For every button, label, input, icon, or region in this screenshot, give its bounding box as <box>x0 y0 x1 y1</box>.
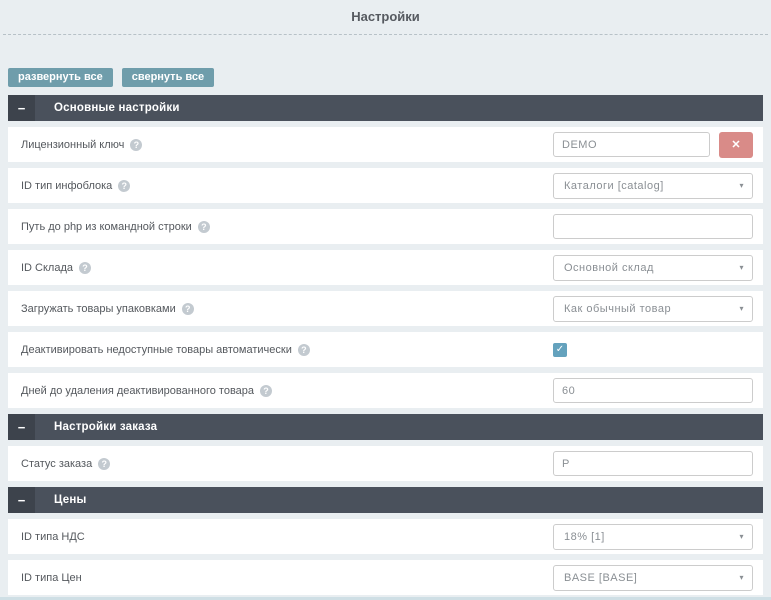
collapse-section-button[interactable]: − <box>8 414 35 440</box>
field-control: ✓ <box>553 343 753 357</box>
price-type-select[interactable]: BASE [BASE] ▾ <box>553 565 753 591</box>
license-key-input[interactable] <box>553 132 710 157</box>
field-label: Статус заказа ? <box>21 458 110 470</box>
help-icon[interactable]: ? <box>260 385 272 397</box>
field-label: ID типа Цен <box>21 572 82 584</box>
deactivate-checkbox[interactable]: ✓ <box>553 343 567 357</box>
chevron-down-icon: ▾ <box>739 181 744 190</box>
help-icon[interactable]: ? <box>118 180 130 192</box>
collapse-section-button[interactable]: − <box>8 487 35 513</box>
section-title: Цены <box>54 494 87 506</box>
section-title: Основные настройки <box>54 102 180 114</box>
help-icon[interactable]: ? <box>130 139 142 151</box>
field-control: Каталоги [catalog] ▾ <box>553 173 753 199</box>
toolbar: развернуть все свернуть все <box>8 68 763 87</box>
collapse-all-button[interactable]: свернуть все <box>122 68 214 87</box>
warehouse-row: ID Склада ? Основной склад ▾ <box>8 250 763 285</box>
collapse-section-button[interactable]: − <box>8 95 35 121</box>
field-control <box>553 378 753 403</box>
field-label: ID Склада ? <box>21 262 91 274</box>
field-label-text: ID Склада <box>21 262 73 274</box>
section-header-prices: − Цены <box>8 487 763 513</box>
field-label-text: ID тип инфоблока <box>21 180 112 192</box>
delete-icon: ✕ <box>731 139 740 151</box>
warehouse-select[interactable]: Основной склад ▾ <box>553 255 753 281</box>
chevron-down-icon: ▾ <box>739 304 744 313</box>
chevron-down-icon: ▾ <box>739 532 744 541</box>
field-label: ID типа НДС <box>21 531 85 543</box>
help-icon[interactable]: ? <box>182 303 194 315</box>
infoblock-type-row: ID тип инфоблока ? Каталоги [catalog] ▾ <box>8 168 763 203</box>
select-value: BASE [BASE] <box>564 572 637 584</box>
field-label: Загружать товары упаковками ? <box>21 303 194 315</box>
chevron-down-icon: ▾ <box>739 263 744 272</box>
field-label-text: Загружать товары упаковками <box>21 303 176 315</box>
help-icon[interactable]: ? <box>298 344 310 356</box>
deactivate-row: Деактивировать недоступные товары автома… <box>8 332 763 367</box>
section-header-order: − Настройки заказа <box>8 414 763 440</box>
select-value: 18% [1] <box>564 531 605 543</box>
license-key-row: Лицензионный ключ ? ✕ <box>8 127 763 162</box>
order-status-input[interactable] <box>553 451 753 476</box>
help-icon[interactable]: ? <box>198 221 210 233</box>
minus-icon: − <box>18 102 26 115</box>
field-label-text: ID типа Цен <box>21 572 82 584</box>
price-type-row: ID типа Цен BASE [BASE] ▾ <box>8 560 763 595</box>
help-icon[interactable]: ? <box>79 262 91 274</box>
page-title: Настройки <box>0 0 771 34</box>
check-icon: ✓ <box>556 345 564 355</box>
field-label-text: ID типа НДС <box>21 531 85 543</box>
packaging-row: Загружать товары упаковками ? Как обычны… <box>8 291 763 326</box>
field-label: Дней до удаления деактивированного товар… <box>21 385 272 397</box>
days-to-delete-row: Дней до удаления деактивированного товар… <box>8 373 763 408</box>
field-control: BASE [BASE] ▾ <box>553 565 753 591</box>
section-title: Настройки заказа <box>54 421 157 433</box>
help-icon[interactable]: ? <box>98 458 110 470</box>
select-value: Как обычный товар <box>564 303 671 315</box>
expand-all-button[interactable]: развернуть все <box>8 68 113 87</box>
field-control: 18% [1] ▾ <box>553 524 753 550</box>
field-label-text: Деактивировать недоступные товары автома… <box>21 344 292 356</box>
field-label-text: Дней до удаления деактивированного товар… <box>21 385 254 397</box>
vat-type-select[interactable]: 18% [1] ▾ <box>553 524 753 550</box>
field-control <box>553 214 753 239</box>
select-value: Основной склад <box>564 262 654 274</box>
infoblock-type-select[interactable]: Каталоги [catalog] ▾ <box>553 173 753 199</box>
vat-type-row: ID типа НДС 18% [1] ▾ <box>8 519 763 554</box>
field-label: ID тип инфоблока ? <box>21 180 130 192</box>
minus-icon: − <box>18 494 26 507</box>
field-control <box>553 451 753 476</box>
days-to-delete-input[interactable] <box>553 378 753 403</box>
order-status-row: Статус заказа ? <box>8 446 763 481</box>
field-control: Основной склад ▾ <box>553 255 753 281</box>
php-path-input[interactable] <box>553 214 753 239</box>
minus-icon: − <box>18 421 26 434</box>
field-label: Лицензионный ключ ? <box>21 139 142 151</box>
clear-license-button[interactable]: ✕ <box>719 132 753 158</box>
field-control: Как обычный товар ▾ <box>553 296 753 322</box>
field-control: ✕ <box>553 132 753 158</box>
field-label: Деактивировать недоступные товары автома… <box>21 344 310 356</box>
packaging-select[interactable]: Как обычный товар ▾ <box>553 296 753 322</box>
field-label: Путь до php из командной строки ? <box>21 221 210 233</box>
php-path-row: Путь до php из командной строки ? <box>8 209 763 244</box>
section-header-main: − Основные настройки <box>8 95 763 121</box>
field-label-text: Статус заказа <box>21 458 92 470</box>
chevron-down-icon: ▾ <box>739 573 744 582</box>
select-value: Каталоги [catalog] <box>564 180 664 192</box>
field-label-text: Путь до php из командной строки <box>21 221 192 233</box>
field-label-text: Лицензионный ключ <box>21 139 124 151</box>
dashed-divider <box>3 34 768 35</box>
